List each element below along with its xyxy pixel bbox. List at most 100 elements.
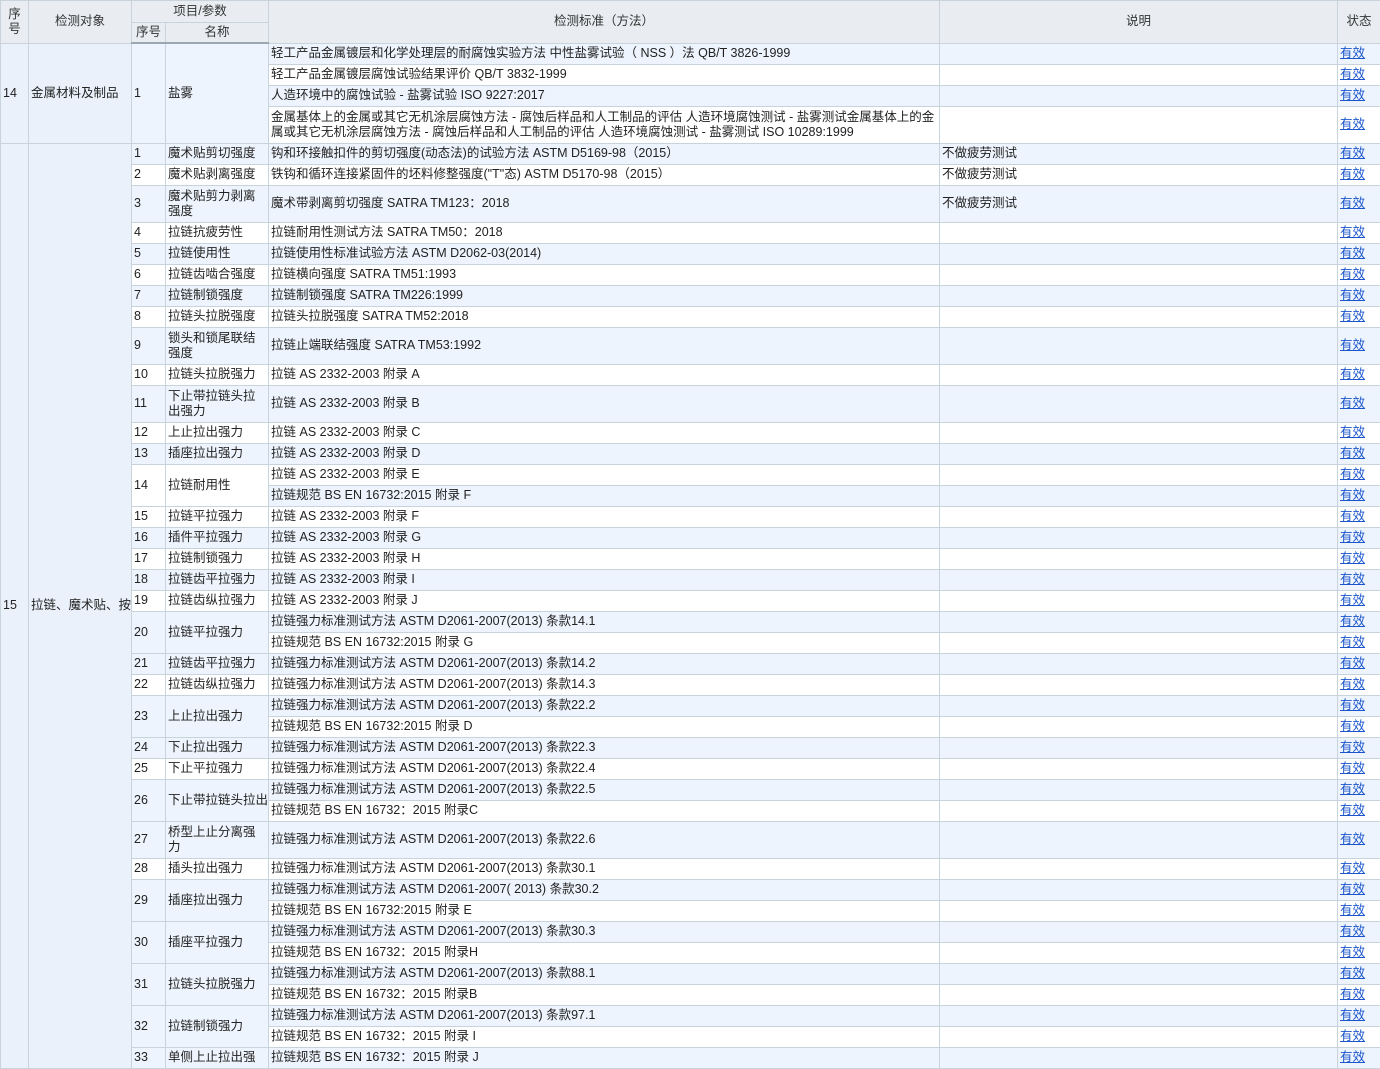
note-cell (940, 590, 1338, 611)
header-item-seq: 序号 (132, 23, 166, 44)
status-link[interactable]: 有效 (1340, 167, 1365, 181)
status-link[interactable]: 有效 (1340, 572, 1365, 586)
item-seq: 13 (132, 443, 166, 464)
note-cell (940, 821, 1338, 858)
status-link[interactable]: 有效 (1340, 761, 1365, 775)
status-link[interactable]: 有效 (1340, 861, 1365, 875)
item-name: 插座平拉强力 (166, 921, 269, 963)
status-link[interactable]: 有效 (1340, 698, 1365, 712)
note-cell (940, 1026, 1338, 1047)
status-cell: 有效 (1338, 921, 1380, 942)
status-link[interactable]: 有效 (1340, 225, 1365, 239)
status-link[interactable]: 有效 (1340, 614, 1365, 628)
status-cell: 有效 (1338, 64, 1380, 85)
standard-cell: 拉链使用性标准试验方法 ASTM D2062-03(2014) (269, 243, 940, 264)
item-name: 拉链制锁强度 (166, 285, 269, 306)
item-name: 下止带拉链头拉出强力 (166, 385, 269, 422)
item-seq: 28 (132, 858, 166, 879)
status-cell: 有效 (1338, 569, 1380, 590)
status-link[interactable]: 有效 (1340, 1050, 1365, 1064)
standard-cell: 拉链强力标准测试方法 ASTM D2061-2007(2013) 条款14.1 (269, 611, 940, 632)
status-link[interactable]: 有效 (1340, 396, 1365, 410)
standard-cell: 拉链规范 BS EN 16732：2015 附录 J (269, 1047, 940, 1068)
item-seq: 19 (132, 590, 166, 611)
status-link[interactable]: 有效 (1340, 966, 1365, 980)
status-link[interactable]: 有效 (1340, 551, 1365, 565)
status-cell: 有效 (1338, 164, 1380, 185)
status-link[interactable]: 有效 (1340, 1029, 1365, 1043)
item-name: 拉链齿纵拉强力 (166, 674, 269, 695)
status-link[interactable]: 有效 (1340, 467, 1365, 481)
table-row: 5拉链使用性拉链使用性标准试验方法 ASTM D2062-03(2014)有效 (1, 243, 1380, 264)
table-row: 13插座拉出强力拉链 AS 2332-2003 附录 D有效 (1, 443, 1380, 464)
status-link[interactable]: 有效 (1340, 803, 1365, 817)
status-link[interactable]: 有效 (1340, 740, 1365, 754)
status-link[interactable]: 有效 (1340, 530, 1365, 544)
standard-cell: 拉链规范 BS EN 16732：2015 附录C (269, 800, 940, 821)
status-cell: 有效 (1338, 527, 1380, 548)
status-link[interactable]: 有效 (1340, 196, 1365, 210)
status-link[interactable]: 有效 (1340, 509, 1365, 523)
status-link[interactable]: 有效 (1340, 67, 1365, 81)
status-link[interactable]: 有效 (1340, 267, 1365, 281)
status-link[interactable]: 有效 (1340, 882, 1365, 896)
status-link[interactable]: 有效 (1340, 593, 1365, 607)
status-link[interactable]: 有效 (1340, 903, 1365, 917)
note-cell (940, 879, 1338, 900)
status-link[interactable]: 有效 (1340, 719, 1365, 733)
item-name: 拉链制锁强力 (166, 1005, 269, 1047)
status-link[interactable]: 有效 (1340, 656, 1365, 670)
item-seq: 4 (132, 222, 166, 243)
item-name: 拉链头拉脱强力 (166, 364, 269, 385)
status-link[interactable]: 有效 (1340, 146, 1365, 160)
status-link[interactable]: 有效 (1340, 88, 1365, 102)
standard-cell: 拉链强力标准测试方法 ASTM D2061-2007(2013) 条款22.3 (269, 737, 940, 758)
status-link[interactable]: 有效 (1340, 782, 1365, 796)
standard-cell: 拉链横向强度 SATRA TM51:1993 (269, 264, 940, 285)
item-name: 拉链头拉脱强力 (166, 963, 269, 1005)
status-link[interactable]: 有效 (1340, 832, 1365, 846)
status-link[interactable]: 有效 (1340, 246, 1365, 260)
status-link[interactable]: 有效 (1340, 309, 1365, 323)
status-link[interactable]: 有效 (1340, 488, 1365, 502)
status-link[interactable]: 有效 (1340, 677, 1365, 691)
standard-cell: 拉链规范 BS EN 16732：2015 附录 I (269, 1026, 940, 1047)
standard-cell: 拉链强力标准测试方法 ASTM D2061-2007(2013) 条款22.2 (269, 695, 940, 716)
status-link[interactable]: 有效 (1340, 1008, 1365, 1022)
item-name: 魔术贴剪切强度 (166, 143, 269, 164)
table-row: 9锁头和锁尾联结强度拉链止端联结强度 SATRA TM53:1992有效 (1, 327, 1380, 364)
note-cell (940, 264, 1338, 285)
status-cell: 有效 (1338, 364, 1380, 385)
standard-cell: 拉链 AS 2332-2003 附录 F (269, 506, 940, 527)
table-row: 2魔术贴剥离强度铁钩和循环连接紧固件的坯料修整强度("T"态) ASTM D51… (1, 164, 1380, 185)
standard-cell: 拉链规范 BS EN 16732:2015 附录 E (269, 900, 940, 921)
status-cell: 有效 (1338, 963, 1380, 984)
item-name: 拉链抗疲劳性 (166, 222, 269, 243)
table-row: 21拉链齿平拉强力拉链强力标准测试方法 ASTM D2061-2007(2013… (1, 653, 1380, 674)
item-seq: 1 (132, 43, 166, 143)
status-link[interactable]: 有效 (1340, 924, 1365, 938)
status-link[interactable]: 有效 (1340, 425, 1365, 439)
note-cell (940, 737, 1338, 758)
status-link[interactable]: 有效 (1340, 117, 1365, 131)
status-link[interactable]: 有效 (1340, 446, 1365, 460)
standard-cell: 拉链强力标准测试方法 ASTM D2061-2007(2013) 条款30.1 (269, 858, 940, 879)
status-link[interactable]: 有效 (1340, 367, 1365, 381)
status-cell: 有效 (1338, 1047, 1380, 1068)
item-name: 魔术贴剪力剥离强度 (166, 185, 269, 222)
status-cell: 有效 (1338, 485, 1380, 506)
status-link[interactable]: 有效 (1340, 987, 1365, 1001)
item-seq: 9 (132, 327, 166, 364)
status-link[interactable]: 有效 (1340, 635, 1365, 649)
note-cell (940, 422, 1338, 443)
status-cell: 有效 (1338, 800, 1380, 821)
note-cell (940, 921, 1338, 942)
status-cell: 有效 (1338, 590, 1380, 611)
status-link[interactable]: 有效 (1340, 338, 1365, 352)
item-seq: 15 (132, 506, 166, 527)
status-link[interactable]: 有效 (1340, 46, 1365, 60)
table-row: 23上止拉出强力拉链强力标准测试方法 ASTM D2061-2007(2013)… (1, 695, 1380, 716)
standard-cell: 拉链 AS 2332-2003 附录 A (269, 364, 940, 385)
status-link[interactable]: 有效 (1340, 288, 1365, 302)
status-link[interactable]: 有效 (1340, 945, 1365, 959)
